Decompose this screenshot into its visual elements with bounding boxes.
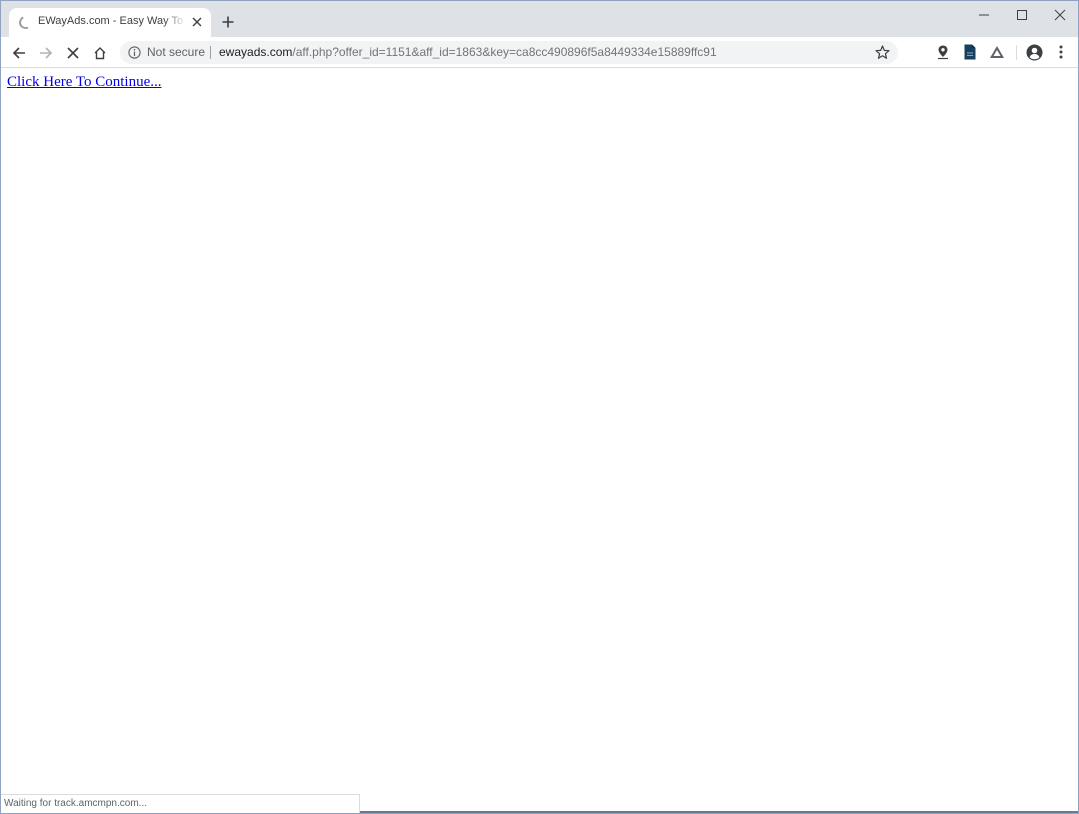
drive-icon[interactable] [988,43,1006,61]
back-arrow-icon[interactable] [7,41,31,65]
browser-window: EWayAds.com - Easy Way To Advertise [0,0,1079,814]
stop-icon[interactable] [61,41,85,65]
browser-toolbar: Not secure ewayads.com/aff.php?offer_id=… [1,37,1078,68]
omnibox-separator [210,46,211,59]
toolbar-divider [1016,45,1017,60]
document-icon[interactable] [961,43,979,61]
window-bottom-border [360,811,1078,813]
more-vertical-icon[interactable] [1052,43,1070,61]
url-text[interactable]: ewayads.com/aff.php?offer_id=1151&aff_id… [219,45,717,59]
browser-tab[interactable]: EWayAds.com - Easy Way To Advertise [9,8,211,37]
maximize-icon[interactable] [1003,1,1041,29]
star-icon[interactable] [874,44,891,61]
window-close-icon[interactable] [1041,1,1078,29]
address-bar[interactable]: Not secure ewayads.com/aff.php?offer_id=… [120,41,898,64]
tab-title: EWayAds.com - Easy Way To Advertise [38,15,186,27]
home-icon[interactable] [88,41,112,65]
minimize-icon[interactable] [965,1,1003,29]
account-circle-icon[interactable] [1025,43,1043,61]
location-pin-icon[interactable] [934,43,952,61]
status-bubble: Waiting for track.amcmpn.com... [1,794,360,813]
page-content: Click Here To Continue... [1,69,1078,813]
url-path: /aff.php?offer_id=1151&aff_id=1863&key=c… [292,45,717,59]
close-icon[interactable] [189,14,205,30]
tab-strip: EWayAds.com - Easy Way To Advertise [1,1,1078,37]
plus-icon[interactable] [218,12,238,32]
forward-arrow-icon[interactable] [34,41,58,65]
loading-spinner-icon [17,14,34,31]
url-host: ewayads.com [219,45,293,59]
info-icon[interactable] [128,46,141,59]
security-label[interactable]: Not secure [147,45,205,59]
continue-link[interactable]: Click Here To Continue... [7,74,161,91]
